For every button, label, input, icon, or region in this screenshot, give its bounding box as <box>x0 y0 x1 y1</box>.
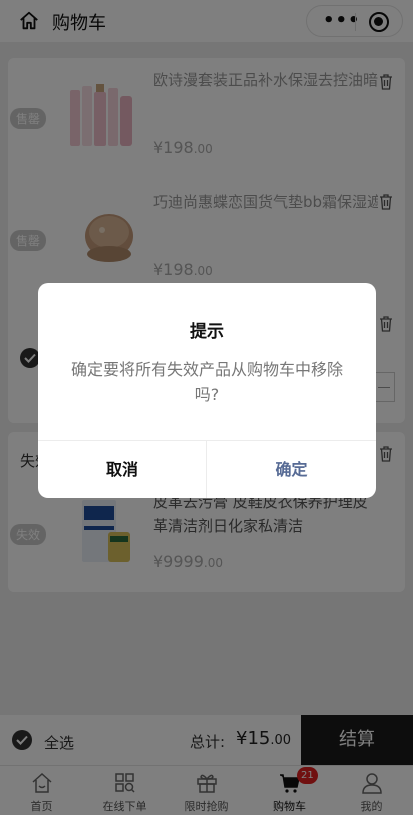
confirm-dialog: 提示 确定要将所有失效产品从购物车中移除吗? 取消 确定 <box>38 283 376 498</box>
confirm-button[interactable]: 确定 <box>207 441 376 498</box>
dialog-title: 提示 <box>190 322 224 342</box>
dialog-actions: 取消 确定 <box>38 440 376 498</box>
cancel-button[interactable]: 取消 <box>38 441 207 498</box>
dialog-message: 确定要将所有失效产品从购物车中移除吗? <box>70 360 343 404</box>
